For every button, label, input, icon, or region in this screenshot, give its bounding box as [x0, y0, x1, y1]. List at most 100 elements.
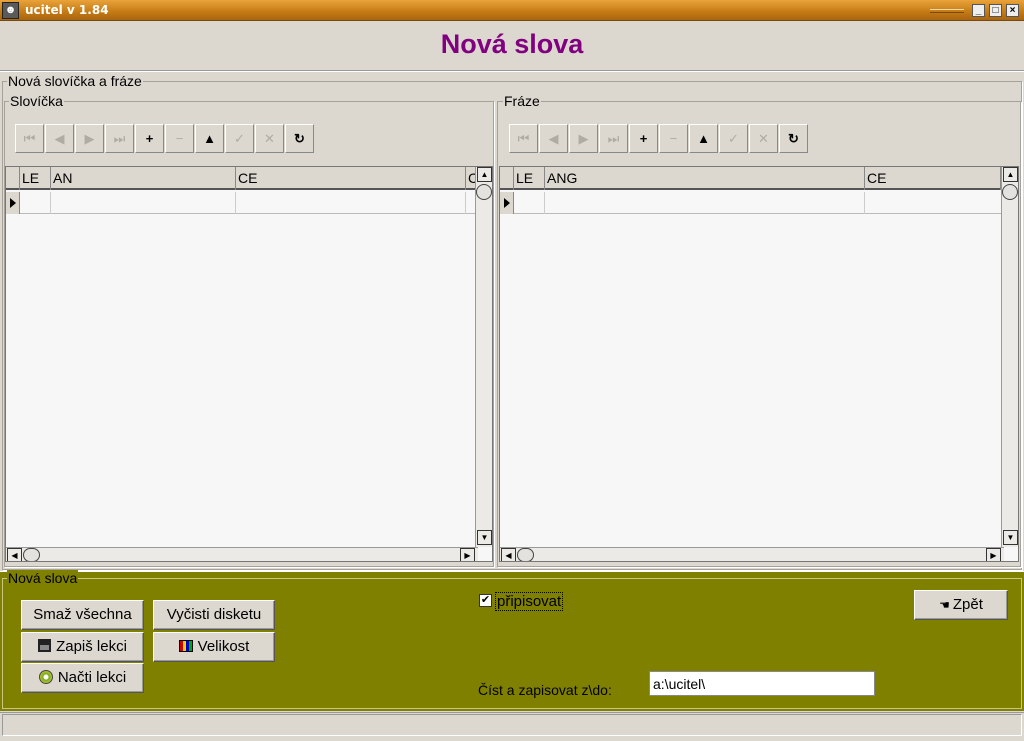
- scroll-thumb[interactable]: [476, 184, 492, 200]
- words-vertical-scrollbar[interactable]: ▲ ▼: [475, 167, 492, 547]
- words-grid-header: LE AN CE C: [6, 167, 492, 190]
- hand-pointer-icon: ☚: [939, 598, 950, 612]
- scroll-left-icon[interactable]: ◀: [7, 548, 22, 561]
- delete-icon: −: [669, 131, 678, 146]
- load-lesson-button[interactable]: Načti lekci: [21, 663, 144, 693]
- app-icon[interactable]: ☻: [2, 2, 19, 19]
- first-record-icon: ⏮: [517, 131, 530, 146]
- refresh-icon: ↻: [294, 131, 305, 146]
- load-lesson-label: Načti lekci: [57, 669, 127, 686]
- window-title: ucitel v 1.84: [25, 3, 109, 17]
- scroll-up-icon[interactable]: ▲: [477, 167, 492, 182]
- path-label: Číst a zapisovat z\do:: [478, 682, 612, 698]
- size-label: Velikost: [197, 638, 250, 655]
- maximize-button[interactable]: □: [989, 4, 1002, 17]
- save-lesson-button[interactable]: Zapiš lekci: [21, 632, 144, 662]
- title-bar[interactable]: [0, 0, 1024, 21]
- delete-button[interactable]: −: [165, 124, 194, 153]
- column-header-ang[interactable]: ANG: [545, 167, 865, 190]
- insert-icon: +: [639, 131, 648, 146]
- last-record-button[interactable]: ⏭: [599, 124, 628, 153]
- clear-disk-button[interactable]: Vyčisti disketu: [153, 600, 275, 630]
- path-input[interactable]: [649, 671, 875, 696]
- column-header-le[interactable]: LE: [20, 167, 51, 190]
- table-row[interactable]: [500, 192, 1018, 214]
- current-row-arrow-icon: [10, 198, 16, 208]
- size-icon: [178, 640, 193, 652]
- close-button[interactable]: ×: [1006, 4, 1019, 17]
- refresh-button[interactable]: ↻: [285, 124, 314, 153]
- insert-button[interactable]: +: [629, 124, 658, 153]
- scroll-down-icon[interactable]: ▼: [477, 530, 492, 545]
- edit-button[interactable]: ▲: [195, 124, 224, 153]
- edit-icon: ▲: [203, 131, 216, 146]
- cancel-icon: ✕: [264, 131, 275, 146]
- main-group-label: Nová slovíčka a fráze: [7, 73, 143, 89]
- edit-button[interactable]: ▲: [689, 124, 718, 153]
- scroll-left-icon[interactable]: ◀: [501, 548, 516, 561]
- row-indicator: [500, 192, 514, 214]
- phrases-group-label: Fráze: [503, 93, 541, 109]
- next-record-icon: ▶: [578, 131, 589, 146]
- delete-all-label: Smaž všechna: [33, 606, 132, 623]
- delete-all-button[interactable]: Smaž všechna: [21, 600, 144, 630]
- title-grip: [930, 9, 964, 13]
- back-button[interactable]: ☚ Zpět: [914, 590, 1008, 620]
- prior-record-button[interactable]: ◀: [539, 124, 568, 153]
- insert-icon: +: [145, 131, 154, 146]
- status-panel: [2, 714, 1022, 736]
- append-checkbox[interactable]: ✔: [479, 594, 492, 607]
- column-header-ce[interactable]: CE: [236, 167, 466, 190]
- bottom-group-label: Nová slova: [7, 570, 79, 586]
- delete-icon: −: [175, 131, 184, 146]
- post-button[interactable]: ✓: [719, 124, 748, 153]
- words-group-label: Slovíčka: [9, 93, 64, 109]
- cancel-button[interactable]: ✕: [749, 124, 778, 153]
- cancel-icon: ✕: [758, 131, 769, 146]
- phrases-grid[interactable]: LE ANG CE ▲ ▼ ◀ ▶: [499, 166, 1019, 562]
- first-record-button[interactable]: ⏮: [15, 124, 44, 153]
- scroll-right-icon[interactable]: ▶: [460, 548, 475, 561]
- append-label[interactable]: připisovat: [495, 592, 564, 611]
- size-button[interactable]: Velikost: [153, 632, 275, 662]
- scroll-thumb[interactable]: [1002, 184, 1018, 200]
- prior-record-icon: ◀: [548, 131, 559, 146]
- grid-corner: [500, 167, 514, 190]
- prior-record-button[interactable]: ◀: [45, 124, 74, 153]
- insert-button[interactable]: +: [135, 124, 164, 153]
- refresh-button[interactable]: ↻: [779, 124, 808, 153]
- scroll-down-icon[interactable]: ▼: [1003, 530, 1018, 545]
- phrases-vertical-scrollbar[interactable]: ▲ ▼: [1001, 167, 1018, 547]
- page-title: Nová slova: [440, 29, 584, 59]
- save-lesson-label: Zapiš lekci: [56, 638, 127, 655]
- post-button[interactable]: ✓: [225, 124, 254, 153]
- delete-button[interactable]: −: [659, 124, 688, 153]
- minimize-button[interactable]: _: [972, 4, 985, 17]
- prior-record-icon: ◀: [54, 131, 65, 146]
- scroll-up-icon[interactable]: ▲: [1003, 167, 1018, 182]
- scroll-thumb[interactable]: [23, 548, 40, 561]
- column-header-ce[interactable]: CE: [865, 167, 1001, 190]
- next-record-button[interactable]: ▶: [569, 124, 598, 153]
- words-horizontal-scrollbar[interactable]: ◀ ▶: [6, 547, 478, 561]
- post-icon: ✓: [234, 131, 245, 146]
- last-record-icon: ⏭: [607, 131, 620, 146]
- scroll-thumb[interactable]: [517, 548, 534, 561]
- back-label: Zpět: [952, 596, 983, 613]
- post-icon: ✓: [728, 131, 739, 146]
- clear-disk-label: Vyčisti disketu: [166, 606, 262, 623]
- last-record-icon: ⏭: [113, 131, 126, 146]
- last-record-button[interactable]: ⏭: [105, 124, 134, 153]
- first-record-icon: ⏮: [23, 131, 36, 146]
- column-header-le[interactable]: LE: [514, 167, 545, 190]
- phrases-horizontal-scrollbar[interactable]: ◀ ▶: [500, 547, 1004, 561]
- cancel-button[interactable]: ✕: [255, 124, 284, 153]
- next-record-icon: ▶: [84, 131, 95, 146]
- table-row[interactable]: [6, 192, 492, 214]
- words-grid[interactable]: LE AN CE C ▲ ▼ ◀ ▶: [5, 166, 493, 562]
- column-header-an[interactable]: AN: [51, 167, 236, 190]
- scroll-right-icon[interactable]: ▶: [986, 548, 1001, 561]
- current-row-arrow-icon: [504, 198, 510, 208]
- next-record-button[interactable]: ▶: [75, 124, 104, 153]
- first-record-button[interactable]: ⏮: [509, 124, 538, 153]
